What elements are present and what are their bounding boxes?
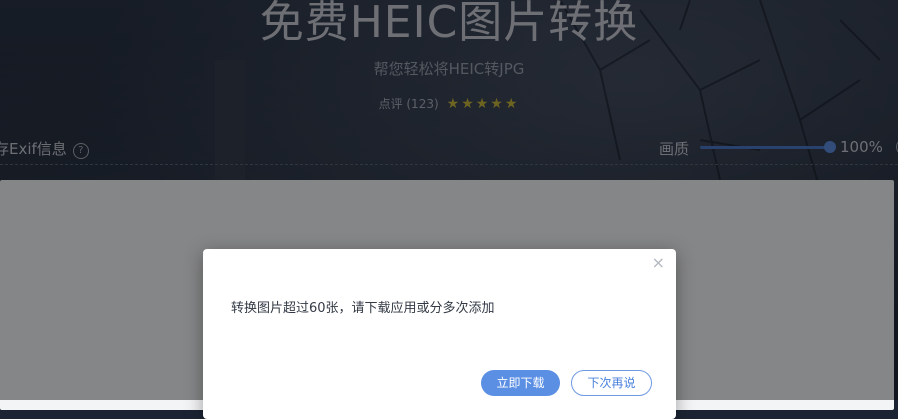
limit-dialog: × 转换图片超过60张，请下载应用或分多次添加 立即下载 下次再说: [203, 249, 676, 419]
download-now-button[interactable]: 立即下载: [481, 370, 560, 396]
dialog-message: 转换图片超过60张，请下载应用或分多次添加: [231, 301, 495, 316]
close-icon[interactable]: ×: [652, 255, 665, 271]
later-button[interactable]: 下次再说: [571, 370, 652, 396]
